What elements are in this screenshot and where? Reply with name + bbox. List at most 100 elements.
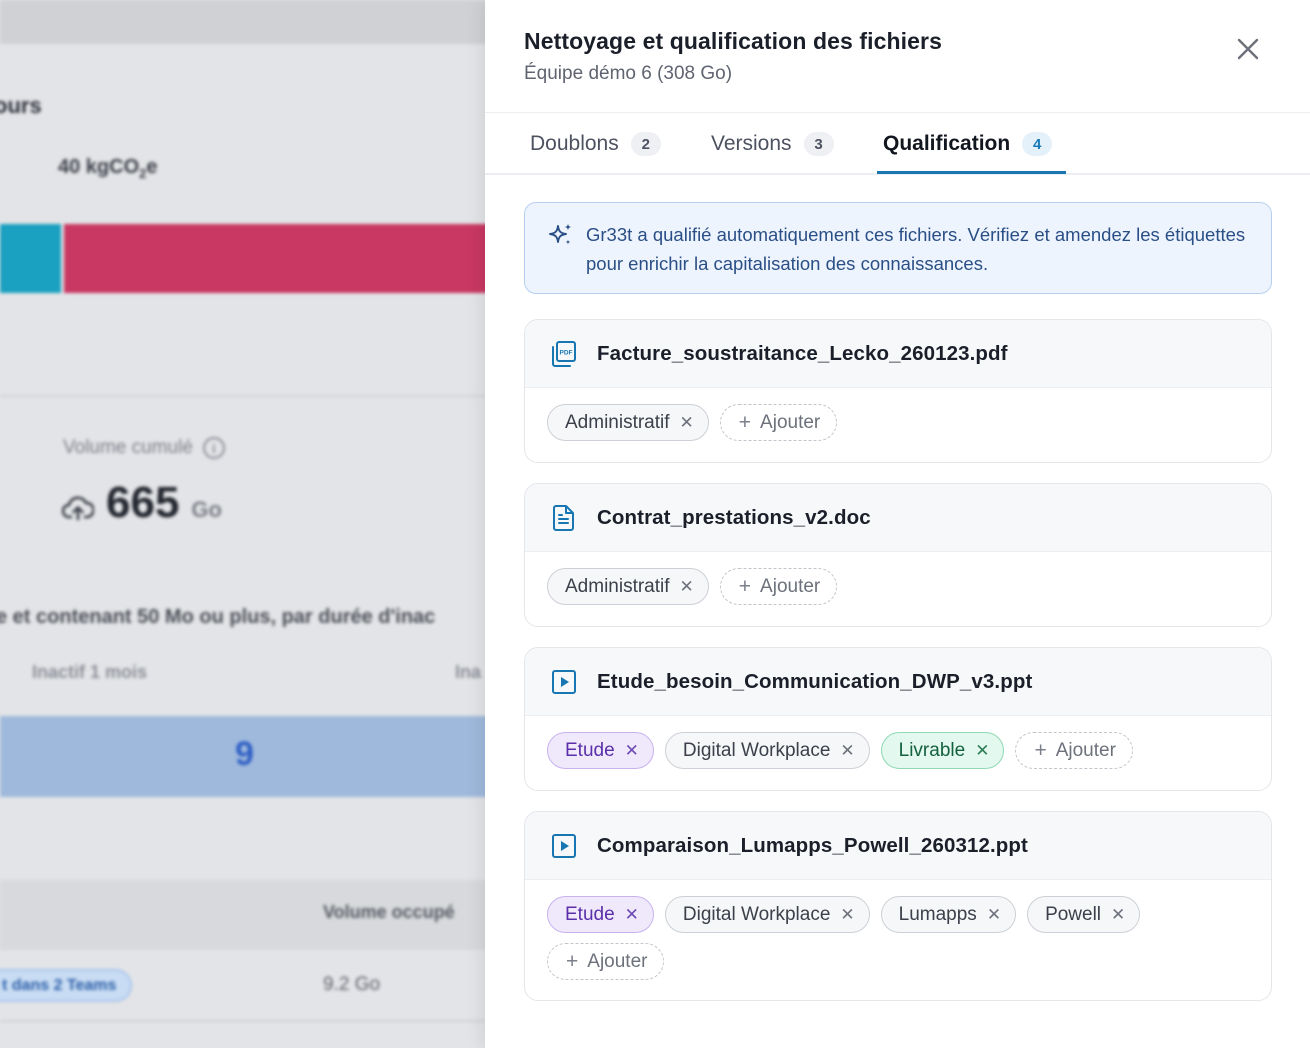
tag-list: Administratif ✕ + Ajouter [525, 388, 1271, 441]
background-heading: ours [0, 93, 42, 118]
co2-prefix: 40 kgCO [58, 156, 140, 178]
tab-count-badge: 2 [630, 132, 661, 156]
plus-icon: + [738, 411, 752, 434]
volume-unit: Go [191, 497, 222, 522]
tag-label: Etude [565, 739, 615, 761]
co2-suffix: e [146, 156, 158, 178]
tag-list: Etude ✕ Digital Workplace ✕ Lumapps ✕ Po… [525, 880, 1271, 980]
add-tag-button[interactable]: + Ajouter [547, 943, 665, 980]
background-topbar [0, 0, 485, 44]
background-divider [0, 395, 485, 397]
background-row-chip: t dans 2 Teams [0, 969, 133, 1002]
remove-tag-icon[interactable]: ✕ [840, 906, 854, 923]
tab-label: Doublons [530, 132, 619, 155]
tag-lumapps: Lumapps ✕ [880, 896, 1017, 933]
tab-doublons[interactable]: Doublons 2 [530, 113, 661, 175]
file-card-header: PDF Facture_soustraitance_Lecko_260123.p… [525, 320, 1271, 388]
remove-tag-icon[interactable]: ✕ [840, 742, 854, 759]
document-icon [549, 503, 579, 533]
background-row-divider [0, 1020, 485, 1022]
file-name: Comparaison_Lumapps_Powell_260312.ppt [597, 833, 1028, 857]
background-volume-label: Volume cumulé i [63, 437, 225, 459]
presentation-icon [549, 667, 579, 697]
file-card: PDF Facture_soustraitance_Lecko_260123.p… [524, 319, 1272, 463]
ai-info-text: Gr33t a qualifié automatiquement ces fic… [586, 224, 1246, 274]
file-card: Etude_besoin_Communication_DWP_v3.ppt Et… [524, 647, 1272, 791]
background-blur-layer: ours 40 kgCO2e Volume cumulé i 665 Go e … [0, 0, 485, 1048]
background-row-volume: 9.2 Go [323, 974, 381, 995]
tab-count-badge: 4 [1022, 132, 1053, 156]
remove-tag-icon[interactable]: ✕ [1111, 906, 1125, 923]
tag-label: Administratif [565, 575, 670, 597]
remove-tag-icon[interactable]: ✕ [625, 906, 639, 923]
file-name: Etude_besoin_Communication_DWP_v3.ppt [597, 669, 1033, 693]
ai-info-banner: Gr33t a qualifié automatiquement ces fic… [524, 202, 1272, 294]
add-tag-label: Ajouter [760, 411, 821, 433]
background-co2-value: 40 kgCO2e [58, 156, 158, 181]
remove-tag-icon[interactable]: ✕ [680, 578, 694, 595]
tag-label: Digital Workplace [682, 903, 831, 925]
svg-text:PDF: PDF [560, 349, 573, 356]
plus-icon: + [738, 575, 752, 598]
background-col-inactive-1: Inactif 1 mois [32, 662, 148, 682]
tag-label: Administratif [565, 411, 670, 433]
remove-tag-icon[interactable]: ✕ [975, 742, 989, 759]
background-bar-teal [0, 224, 61, 293]
tag-etude: Etude ✕ [547, 896, 654, 933]
panel-subtitle: Équipe démo 6 (308 Go) [524, 63, 733, 84]
tag-powell: Powell ✕ [1027, 896, 1141, 933]
presentation-icon [549, 831, 579, 861]
tag-list: Etude ✕ Digital Workplace ✕ Livrable ✕ +… [525, 716, 1271, 769]
close-icon [1237, 38, 1259, 60]
add-tag-button[interactable]: + Ajouter [719, 568, 838, 605]
volume-label-text: Volume cumulé [63, 437, 193, 458]
qualification-panel: Nettoyage et qualification des fichiers … [485, 0, 1310, 1048]
tag-digital-workplace: Digital Workplace ✕ [664, 896, 870, 933]
tag-label: Lumapps [898, 903, 977, 925]
background-bar-count: 9 [235, 735, 254, 773]
close-button[interactable] [1233, 34, 1263, 64]
tab-label: Versions [711, 132, 792, 155]
tag-label: Livrable [898, 739, 966, 761]
tag-etude: Etude ✕ [547, 732, 654, 769]
file-card-header: Contrat_prestations_v2.doc [525, 484, 1271, 552]
add-tag-button[interactable]: + Ajouter [719, 404, 838, 441]
tab-count-badge: 3 [803, 132, 834, 156]
background-sentence: e et contenant 50 Mo ou plus, par durée … [0, 606, 436, 628]
sparkles-icon [549, 223, 572, 245]
file-card: Contrat_prestations_v2.doc Administratif… [524, 483, 1272, 627]
cloud-upload-icon [62, 496, 94, 521]
panel-title: Nettoyage et qualification des fichiers [524, 28, 943, 54]
add-tag-label: Ajouter [760, 575, 821, 597]
background-col-inactive-2: Ina [455, 662, 482, 682]
volume-number: 665 [106, 478, 180, 527]
tag-label: Etude [565, 903, 615, 925]
file-card-header: Comparaison_Lumapps_Powell_260312.ppt [525, 812, 1271, 880]
add-tag-button[interactable]: + Ajouter [1015, 732, 1133, 769]
tab-qualification[interactable]: Qualification 4 [883, 113, 1053, 175]
add-tag-label: Ajouter [587, 950, 648, 972]
file-card: Comparaison_Lumapps_Powell_260312.ppt Et… [524, 811, 1272, 1001]
plus-icon: + [566, 950, 579, 973]
tag-label: Powell [1045, 903, 1102, 925]
add-tag-label: Ajouter [1055, 739, 1116, 761]
plus-icon: + [1034, 739, 1047, 762]
tag-administratif: Administratif ✕ [547, 404, 709, 441]
tag-label: Digital Workplace [682, 739, 831, 761]
background-volume-value: 665 Go [62, 478, 222, 528]
tab-label: Qualification [883, 132, 1011, 155]
file-card-header: Etude_besoin_Communication_DWP_v3.ppt [525, 648, 1271, 716]
tag-livrable: Livrable ✕ [880, 732, 1005, 769]
remove-tag-icon[interactable]: ✕ [680, 414, 694, 431]
pdf-icon: PDF [549, 339, 579, 369]
tag-digital-workplace: Digital Workplace ✕ [664, 732, 870, 769]
file-name: Facture_soustraitance_Lecko_260123.pdf [597, 341, 1008, 365]
remove-tag-icon[interactable]: ✕ [625, 742, 639, 759]
background-bar-pink [64, 224, 485, 293]
tag-administratif: Administratif ✕ [547, 568, 709, 605]
remove-tag-icon[interactable]: ✕ [987, 906, 1001, 923]
info-icon: i [202, 437, 225, 459]
tab-versions[interactable]: Versions 3 [711, 113, 834, 175]
background-col-volume: Volume occupé [323, 902, 455, 922]
active-tab-indicator [877, 171, 1066, 174]
